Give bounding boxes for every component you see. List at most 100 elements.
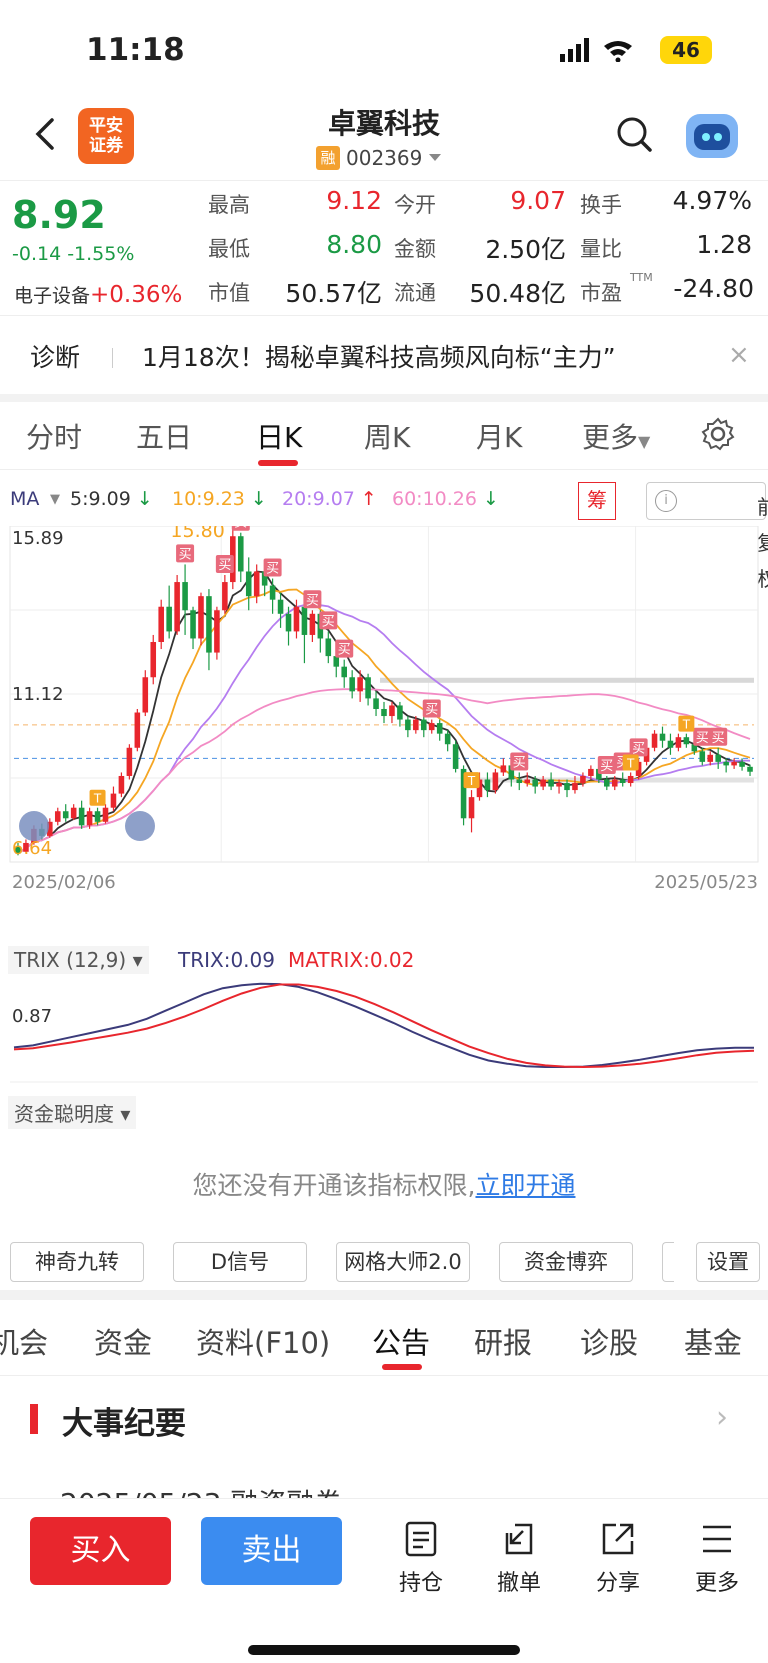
ma5-value: 5:9.09 ↓ (70, 488, 153, 510)
t-marker-label: T (682, 718, 691, 732)
kline-chart[interactable]: 买买买买买买买买买买买买买买TTTT15.8911.126.6415.80202… (0, 526, 768, 921)
value-float: 50.48亿 (469, 279, 566, 308)
label-amount: 金额 (394, 237, 436, 261)
candle-body (588, 768, 594, 776)
expand-left-icon (19, 811, 49, 841)
more-label: 更多 (694, 1571, 739, 1596)
tab-intraday[interactable]: 分时 (26, 416, 82, 456)
ma-label[interactable]: MA (10, 488, 39, 510)
last-price: 8.92 (12, 193, 106, 237)
tab-announcements[interactable]: 公告 (372, 1320, 430, 1362)
x-axis-end-label: 2025/05/23 (654, 872, 758, 893)
candle-body (190, 610, 196, 639)
candle-body (444, 733, 451, 745)
sell-button[interactable]: 卖出 (201, 1517, 342, 1585)
label-pe: 市盈 (580, 281, 622, 305)
candle-body (723, 761, 729, 766)
ma-legend: MA ▼ 5:9.09 ↓ 10:9.23 ↓ 20:9.07 ↑ 60:10.… (10, 482, 768, 591)
stock-code-row[interactable]: 融 002369 (316, 146, 442, 170)
candle-body (365, 677, 371, 699)
buy-marker-label: 买 (218, 558, 231, 573)
cancel-order-button[interactable]: 撤单 (484, 1519, 554, 1597)
sector-row[interactable]: 电子设备+0.36% (14, 281, 182, 308)
section-gap (0, 394, 768, 402)
adjust-mode-button[interactable]: i 前复权 (646, 482, 768, 591)
candle-body (580, 775, 586, 784)
candle-body (564, 783, 570, 791)
tab-more[interactable]: 更多▼ (582, 416, 650, 456)
candle-body (198, 596, 204, 639)
label-open: 今开 (394, 193, 436, 217)
diagnosis-message[interactable]: 1月18次！揭秘卓翼科技高频风向标“主力” (142, 338, 616, 374)
no-permission-text: 您还没有开通该指标权限, (192, 1171, 476, 1200)
candle-body (269, 585, 276, 600)
indicator-d-signal-button[interactable]: D信号 (173, 1242, 307, 1282)
section-gap (0, 1290, 768, 1300)
tab-funds[interactable]: 资金 (94, 1320, 152, 1362)
settings-button[interactable]: 设置 (696, 1242, 760, 1282)
tab-weekly-k[interactable]: 周K (364, 416, 410, 456)
info-tabs: 机会 资金 资料(F10) 公告 研报 诊股 基金 (0, 1300, 768, 1376)
margin-badge: 融 (316, 146, 340, 170)
fund-indicator-select[interactable]: 资金聪明度 ▾ (8, 1096, 137, 1129)
candle-body (285, 613, 292, 632)
candle-body (500, 765, 507, 773)
buy-marker-label: 买 (513, 755, 526, 770)
activate-link[interactable]: 立即开通 (475, 1171, 575, 1200)
label-low: 最低 (208, 237, 250, 261)
diagnosis-banner[interactable]: 诊断 1月18次！揭秘卓翼科技高频风向标“主力” × (0, 318, 768, 394)
chevron-right-icon[interactable]: › (716, 1400, 728, 1435)
candle-body (747, 766, 753, 772)
price-change: -0.14 -1.55% (12, 243, 135, 265)
status-time: 11:18 (86, 32, 185, 68)
buy-button[interactable]: 买入 (30, 1517, 171, 1585)
candle-body (301, 606, 308, 635)
candle-body (548, 779, 554, 787)
gear-icon[interactable] (700, 416, 736, 452)
close-icon[interactable]: × (728, 340, 750, 370)
trix-indicator-select[interactable]: TRIX (12,9) ▾ (8, 946, 149, 974)
share-icon (602, 1523, 634, 1555)
search-icon[interactable] (614, 114, 654, 154)
menu-icon (703, 1525, 731, 1553)
positions-button[interactable]: 持仓 (386, 1519, 456, 1597)
candle-body (715, 754, 721, 762)
candle-body (293, 606, 300, 632)
share-button[interactable]: 分享 (583, 1519, 653, 1597)
indicator-more-button[interactable] (662, 1242, 674, 1282)
active-tab-indicator (258, 460, 298, 466)
chip-distribution-button[interactable]: 筹 (578, 482, 616, 520)
events-section[interactable]: 大事纪要 › 2025/05/23 融资融券 (0, 1386, 768, 1506)
fullscreen-icon (125, 811, 155, 841)
tab-monthly-k[interactable]: 月K (476, 416, 522, 456)
assistant-robot-icon[interactable] (686, 114, 738, 158)
tab-f10[interactable]: 资料(F10) (196, 1320, 330, 1362)
tab-five-day[interactable]: 五日 (136, 416, 192, 456)
buy-marker-label: 买 (179, 547, 192, 562)
candle-body (206, 596, 212, 653)
candle-body (214, 610, 220, 653)
buy-marker-label: 买 (306, 593, 319, 608)
candle-body (524, 779, 531, 784)
status-bar: 11:18 46 (0, 0, 768, 100)
trix-chart[interactable]: 0.87 (0, 976, 768, 1086)
indicator-fund-game-button[interactable]: 资金博弈 (499, 1242, 633, 1282)
tab-diagnosis[interactable]: 诊股 (580, 1320, 638, 1362)
tab-opportunity[interactable]: 机会 (0, 1320, 48, 1362)
ma10-value: 10:9.23 ↓ (172, 488, 267, 510)
candle-body (357, 677, 363, 692)
indicator-grid-master-button[interactable]: 网格大师2.0 (336, 1242, 470, 1282)
indicator-shenqi-button[interactable]: 神奇九转 (10, 1242, 144, 1282)
diagnosis-tag: 诊断 (30, 343, 81, 372)
tab-daily-k[interactable]: 日K (256, 416, 302, 456)
candle-body (667, 740, 674, 748)
tab-research[interactable]: 研报 (474, 1320, 532, 1362)
tab-fund[interactable]: 基金 (684, 1320, 742, 1362)
bottom-toolbar: 买入 卖出 持仓 撤单 分享 更多 (0, 1498, 768, 1663)
high-marker-label: 15.80 (170, 526, 224, 542)
candle-body (134, 712, 141, 748)
more-button[interactable]: 更多 (682, 1519, 752, 1597)
candle-body (78, 807, 85, 826)
ma20-value: 20:9.07 ↑ (282, 488, 377, 510)
candle-body (651, 733, 658, 748)
